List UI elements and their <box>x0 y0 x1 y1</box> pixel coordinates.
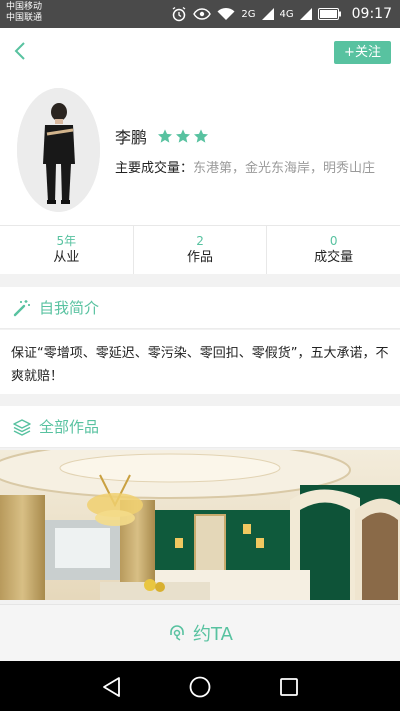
intro-title: 自我简介 <box>39 299 100 317</box>
back-button[interactable] <box>10 40 32 62</box>
carrier-2: 中国联通 <box>6 13 43 23</box>
rating-stars <box>157 128 209 144</box>
triangle-back-icon <box>103 677 120 697</box>
star-icon <box>158 129 173 143</box>
stat-value: 5年 <box>56 234 77 248</box>
interior-image <box>0 450 400 600</box>
clock: 09:17 <box>351 6 392 22</box>
stat-label: 成交量 <box>314 250 354 265</box>
stat-works[interactable]: 2 作品 <box>132 226 267 274</box>
profile-card: +关注 李鹏 主要成交量：东港第，金光东海岸，明秀山庄 5年 从业 2 作品 0… <box>0 28 400 274</box>
nav-recents-button[interactable] <box>277 675 301 699</box>
main-deals: 主要成交量：东港第，金光东海岸，明秀山庄 <box>115 157 375 176</box>
main-deals-label: 主要成交量： <box>115 161 194 176</box>
alarm-icon <box>171 6 187 22</box>
android-nav-bar <box>0 661 400 711</box>
chevron-left-icon <box>14 42 25 60</box>
circle-home-icon <box>189 676 211 698</box>
designer-name: 李鹏 <box>115 128 148 147</box>
work-photo[interactable] <box>0 450 400 600</box>
star-icon <box>194 129 209 143</box>
avatar <box>17 88 100 212</box>
intro-text: 保证“零增项、零延迟、零污染、零回扣、零假货”，五大承诺，不爽就赔！ <box>0 330 400 394</box>
name-row: 李鹏 <box>115 124 209 148</box>
book-button[interactable]: 约TA <box>0 604 400 661</box>
square-recents-icon <box>280 678 298 696</box>
signal-icon <box>261 8 274 20</box>
designer-photo <box>17 88 100 212</box>
stat-value: 0 <box>329 234 338 248</box>
nav-back-button[interactable] <box>100 675 124 699</box>
stat-experience: 5年 从业 <box>0 226 133 274</box>
stat-label: 作品 <box>187 250 214 265</box>
main-deals-value: 东港第，金光东海岸，明秀山庄 <box>193 161 376 176</box>
network-type-2: 4G <box>279 8 294 20</box>
nav-home-button[interactable] <box>188 675 212 699</box>
wifi-icon <box>217 7 235 21</box>
eye-icon <box>193 8 212 20</box>
star-icon <box>176 129 191 143</box>
layers-icon <box>13 418 31 436</box>
follow-button[interactable]: +关注 <box>334 41 391 64</box>
network-type-1: 2G <box>241 8 256 20</box>
stat-label: 从业 <box>53 250 80 265</box>
battery-icon <box>317 8 342 20</box>
signal-icon-2 <box>299 8 312 20</box>
headset-icon <box>170 625 184 641</box>
book-label: 约TA <box>193 624 233 645</box>
carrier-1: 中国移动 <box>6 2 43 12</box>
carrier-info: 中国移动 中国联通 <box>6 2 42 24</box>
magic-wand-icon <box>13 299 30 316</box>
stat-value: 2 <box>196 234 204 248</box>
works-title: 全部作品 <box>39 418 100 436</box>
status-bar: 中国移动 中国联通 2G 4G 09:17 <box>0 0 400 28</box>
status-icons: 2G 4G 09:17 <box>171 4 392 24</box>
works-header[interactable]: 全部作品 <box>0 406 400 448</box>
stats-row: 5年 从业 2 作品 0 成交量 <box>0 225 400 274</box>
intro-header: 自我简介 <box>0 287 400 329</box>
stat-deals: 0 成交量 <box>266 226 400 274</box>
